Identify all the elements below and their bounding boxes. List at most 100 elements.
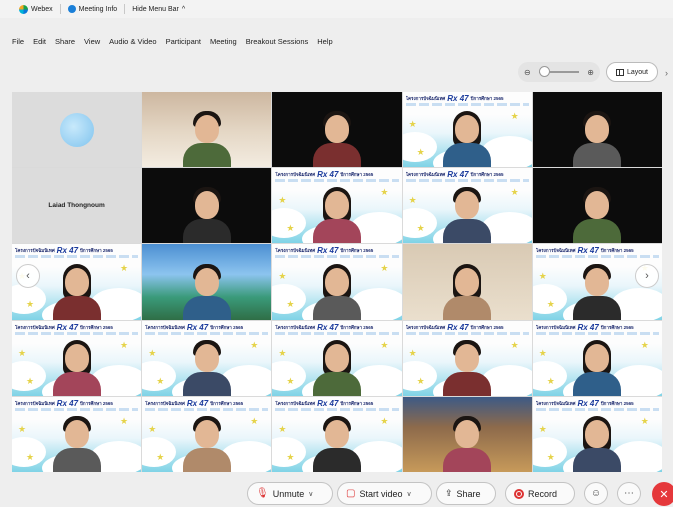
- virtual-background-banner: โครงการปัจฉิมนิเทศ Rx 47 ปีการศึกษา 2565: [536, 323, 659, 332]
- banner-thai-text: โครงการปัจฉิมนิเทศ: [405, 172, 446, 178]
- person-body: [182, 219, 231, 244]
- layout-grid-icon: [615, 68, 624, 76]
- star-icon: ★: [286, 223, 295, 234]
- zoom-out-icon[interactable]: ⊖: [524, 68, 531, 77]
- participant-video-tile[interactable]: โครงการปัจฉิมนิเทศ Rx 47 ปีการศึกษา 2565 ★ ★…: [402, 92, 532, 168]
- virtual-background-banner: โครงการปัจฉิมนิเทศ Rx 47 ปีการศึกษา 2565: [536, 246, 659, 255]
- more-options-button[interactable]: ⋯: [617, 482, 641, 505]
- meeting-info-button[interactable]: Meeting Info: [61, 3, 125, 15]
- unmute-button[interactable]: 🎙 Unmute ∨: [247, 482, 333, 505]
- participant-video-tile[interactable]: [12, 92, 142, 168]
- banner-thai-text: โครงการปัจฉิมนิเทศ: [405, 96, 446, 101]
- participant-video-tile[interactable]: โครงการปัจฉิมนิเทศ Rx 47 ปีการศึกษา 2565 ★ ★…: [12, 396, 142, 472]
- banner-thai-text: โครงการปัจฉิมนิเทศ: [275, 248, 316, 254]
- leave-meeting-button[interactable]: ✕: [652, 482, 673, 506]
- star-icon: ★: [380, 339, 389, 350]
- virtual-background-banner: โครงการปัจฉิมนิเทศ Rx 47 ปีการศึกษา 2565: [406, 323, 529, 332]
- person-head: [194, 115, 219, 144]
- layout-button[interactable]: Layout: [606, 62, 658, 82]
- participant-video-tile[interactable]: โครงการปัจฉิมนิเทศ Rx 47 ปีการศึกษา 2565 ★ ★…: [142, 396, 272, 472]
- banner-year-text: ปีการศึกษา 2565: [80, 248, 113, 254]
- participant-person: [441, 187, 493, 244]
- banner-year-text: ปีการศึกษา 2565: [600, 324, 634, 330]
- start-video-button[interactable]: ▢ Start video ∨: [337, 482, 432, 505]
- person-body: [312, 447, 361, 472]
- menu-help[interactable]: Help: [317, 37, 332, 46]
- banner-subtitle-line: [275, 331, 399, 335]
- participant-video-tile[interactable]: [402, 244, 532, 320]
- zoom-in-icon[interactable]: ⊕: [587, 68, 594, 77]
- star-icon: ★: [538, 347, 547, 358]
- participant-person: [311, 111, 363, 168]
- banner-rx-text: Rx 47: [317, 246, 339, 256]
- participant-video-tile[interactable]: [142, 244, 272, 320]
- participant-avatar: [59, 112, 94, 147]
- participant-video-tile[interactable]: โครงการปัจฉิมนิเทศ Rx 47 ปีการศึกษา 2565 ★ ★…: [402, 320, 532, 396]
- menu-view[interactable]: View: [84, 37, 100, 46]
- participant-person: [441, 415, 493, 472]
- zoom-slider[interactable]: [539, 66, 579, 77]
- close-icon: ✕: [659, 488, 669, 501]
- participant-video-tile[interactable]: โครงการปัจฉิมนิเทศ Rx 47 ปีการศึกษา 2565 ★ ★…: [12, 320, 142, 396]
- participant-video-tile[interactable]: Laiad Thongnoum: [12, 168, 142, 244]
- person-head: [64, 419, 89, 448]
- menu-participant[interactable]: Participant: [166, 37, 201, 46]
- previous-page-arrow-icon[interactable]: ‹: [16, 264, 40, 288]
- participant-person: [311, 339, 363, 396]
- banner-thai-text: โครงการปัจฉิมนิเทศ: [15, 400, 55, 406]
- video-options-chevron-icon[interactable]: ∨: [406, 490, 411, 498]
- person-body: [182, 447, 231, 472]
- share-button[interactable]: ⇪ Share: [436, 482, 496, 505]
- person-body: [573, 143, 622, 168]
- participant-video-tile[interactable]: โครงการปัจฉิมนิเทศ Rx 47 ปีการศึกษา 2565 ★ ★…: [272, 168, 402, 244]
- menu-breakout-sessions[interactable]: Breakout Sessions: [246, 37, 309, 46]
- record-button[interactable]: Record: [505, 482, 575, 505]
- layout-label: Layout: [626, 68, 649, 76]
- participant-video-tile[interactable]: โครงการปัจฉิมนิเทศ Rx 47 ปีการศึกษา 2565 ★ ★…: [532, 396, 662, 472]
- menu-meeting[interactable]: Meeting: [210, 37, 237, 46]
- participant-video-tile[interactable]: [532, 168, 662, 244]
- hide-menu-bar-button[interactable]: Hide Menu Bar ^: [125, 3, 192, 15]
- participant-video-tile[interactable]: [272, 92, 402, 168]
- panel-chevron-icon[interactable]: ›: [665, 68, 668, 78]
- participant-video-tile[interactable]: โครงการปัจฉิมนิเทศ Rx 47 ปีการศึกษา 2565 ★ ★…: [142, 320, 272, 396]
- unmute-options-chevron-icon[interactable]: ∨: [308, 490, 313, 498]
- participant-video-tile[interactable]: [142, 168, 272, 244]
- star-icon: ★: [120, 339, 129, 350]
- participant-person: [181, 263, 233, 320]
- menu-edit[interactable]: Edit: [33, 37, 46, 46]
- participant-video-tile[interactable]: โครงการปัจฉิมนิเทศ Rx 47 ปีการศึกษา 2565 ★ ★…: [272, 320, 402, 396]
- video-grid: โครงการปัจฉิมนิเทศ Rx 47 ปีการศึกษา 2565 ★ ★…: [12, 92, 662, 472]
- banner-subtitle-line: [275, 179, 399, 183]
- star-icon: ★: [416, 223, 425, 234]
- smiley-icon: ☺: [590, 488, 602, 499]
- participant-person: [311, 187, 363, 244]
- participant-video-tile[interactable]: โครงการปัจฉิมนิเทศ Rx 47 ปีการศึกษา 2565 ★ ★…: [532, 320, 662, 396]
- menu-file[interactable]: File: [12, 37, 24, 46]
- banner-rx-text: Rx 47: [577, 322, 599, 332]
- participant-video-tile[interactable]: [532, 92, 662, 168]
- banner-thai-text: โครงการปัจฉิมนิเทศ: [275, 172, 316, 178]
- person-head: [324, 267, 349, 296]
- virtual-background-banner: โครงการปัจฉิมนิเทศ Rx 47 ปีการศึกษา 2565: [275, 399, 398, 408]
- person-head: [64, 343, 89, 372]
- person-body: [443, 447, 492, 472]
- banner-year-text: ปีการศึกษา 2565: [470, 324, 504, 330]
- menu-audio-video[interactable]: Audio & Video: [109, 37, 156, 46]
- participant-video-tile[interactable]: [402, 396, 532, 472]
- participant-video-tile[interactable]: โครงการปัจฉิมนิเทศ Rx 47 ปีการศึกษา 2565 ★ ★…: [402, 168, 532, 244]
- reactions-button[interactable]: ☺: [584, 482, 608, 505]
- menu-share[interactable]: Share: [55, 37, 75, 46]
- person-body: [312, 295, 361, 320]
- next-page-arrow-icon[interactable]: ›: [635, 264, 659, 288]
- banner-year-text: ปีการศึกษา 2565: [470, 96, 504, 101]
- star-icon: ★: [546, 375, 555, 386]
- participant-video-tile[interactable]: [142, 92, 272, 168]
- zoom-slider-handle[interactable]: [539, 66, 550, 77]
- banner-thai-text: โครงการปัจฉิมนิเทศ: [145, 400, 185, 406]
- participant-video-tile[interactable]: โครงการปัจฉิมนิเทศ Rx 47 ปีการศึกษา 2565 ★ ★…: [272, 396, 402, 472]
- star-icon: ★: [380, 415, 389, 426]
- person-body: [182, 371, 231, 396]
- banner-year-text: ปีการศึกษา 2565: [340, 324, 374, 330]
- participant-video-tile[interactable]: โครงการปัจฉิมนิเทศ Rx 47 ปีการศึกษา 2565 ★ ★…: [272, 244, 402, 320]
